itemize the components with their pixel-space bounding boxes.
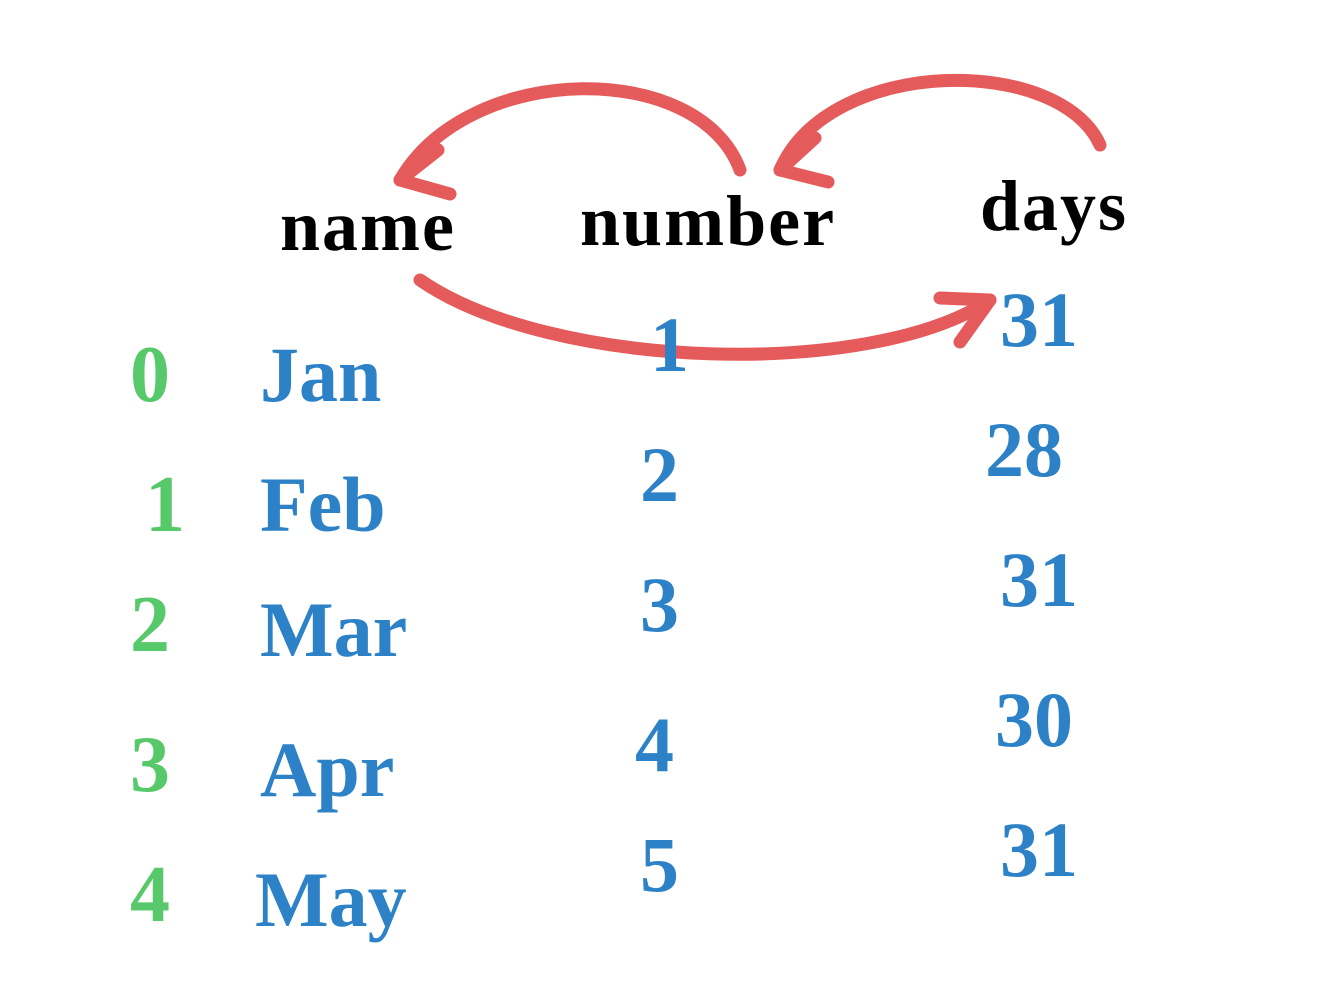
header-name: name: [280, 185, 456, 268]
cell-name: Feb: [260, 460, 386, 550]
cell-name: May: [255, 855, 407, 945]
cell-days: 31: [1000, 805, 1078, 895]
cell-name: Jan: [260, 330, 381, 420]
cell-name: Apr: [260, 725, 394, 815]
cell-days: 31: [1000, 535, 1078, 625]
cell-number: 1: [650, 300, 689, 390]
cell-number: 3: [640, 560, 679, 650]
diagram-stage: name number days 0 Jan 1 31 1 Feb 2 28 2…: [0, 0, 1330, 998]
cell-number: 5: [640, 820, 679, 910]
row-index: 2: [130, 580, 170, 671]
row-index: 0: [130, 330, 170, 421]
cell-number: 4: [635, 700, 674, 790]
row-index: 1: [145, 460, 185, 551]
row-index: 3: [130, 720, 170, 811]
header-days: days: [980, 165, 1128, 248]
arrow-number-to-name: [400, 89, 740, 194]
cell-days: 30: [995, 675, 1073, 765]
row-index: 4: [130, 850, 170, 941]
header-number: number: [580, 180, 836, 263]
cell-days: 31: [1000, 275, 1078, 365]
arrow-name-to-days: [420, 280, 990, 354]
cell-number: 2: [640, 430, 679, 520]
cell-days: 28: [985, 405, 1063, 495]
cell-name: Mar: [260, 585, 407, 675]
